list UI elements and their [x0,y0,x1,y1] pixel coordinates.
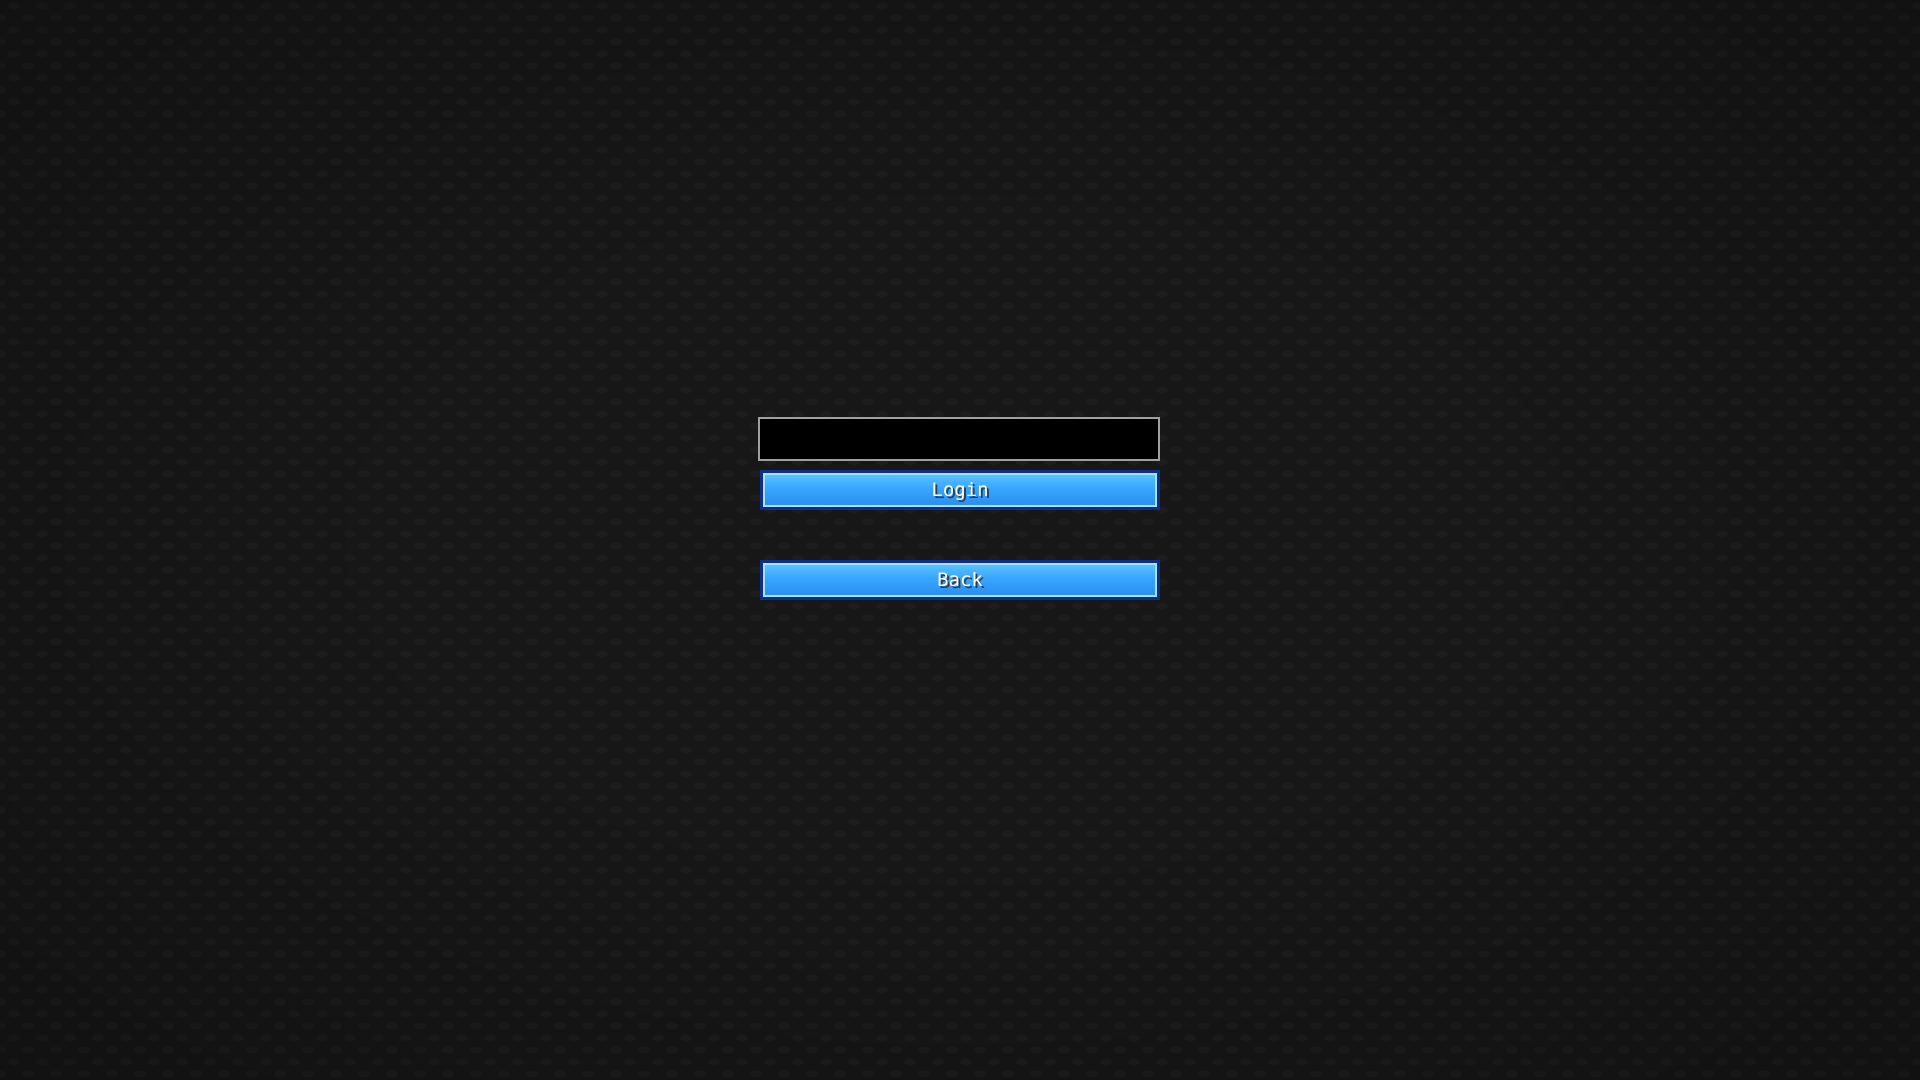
background-texture [0,0,1920,1080]
back-button[interactable]: Back [760,560,1160,600]
login-button[interactable]: Login [760,470,1160,510]
login-text-field[interactable] [758,417,1160,461]
